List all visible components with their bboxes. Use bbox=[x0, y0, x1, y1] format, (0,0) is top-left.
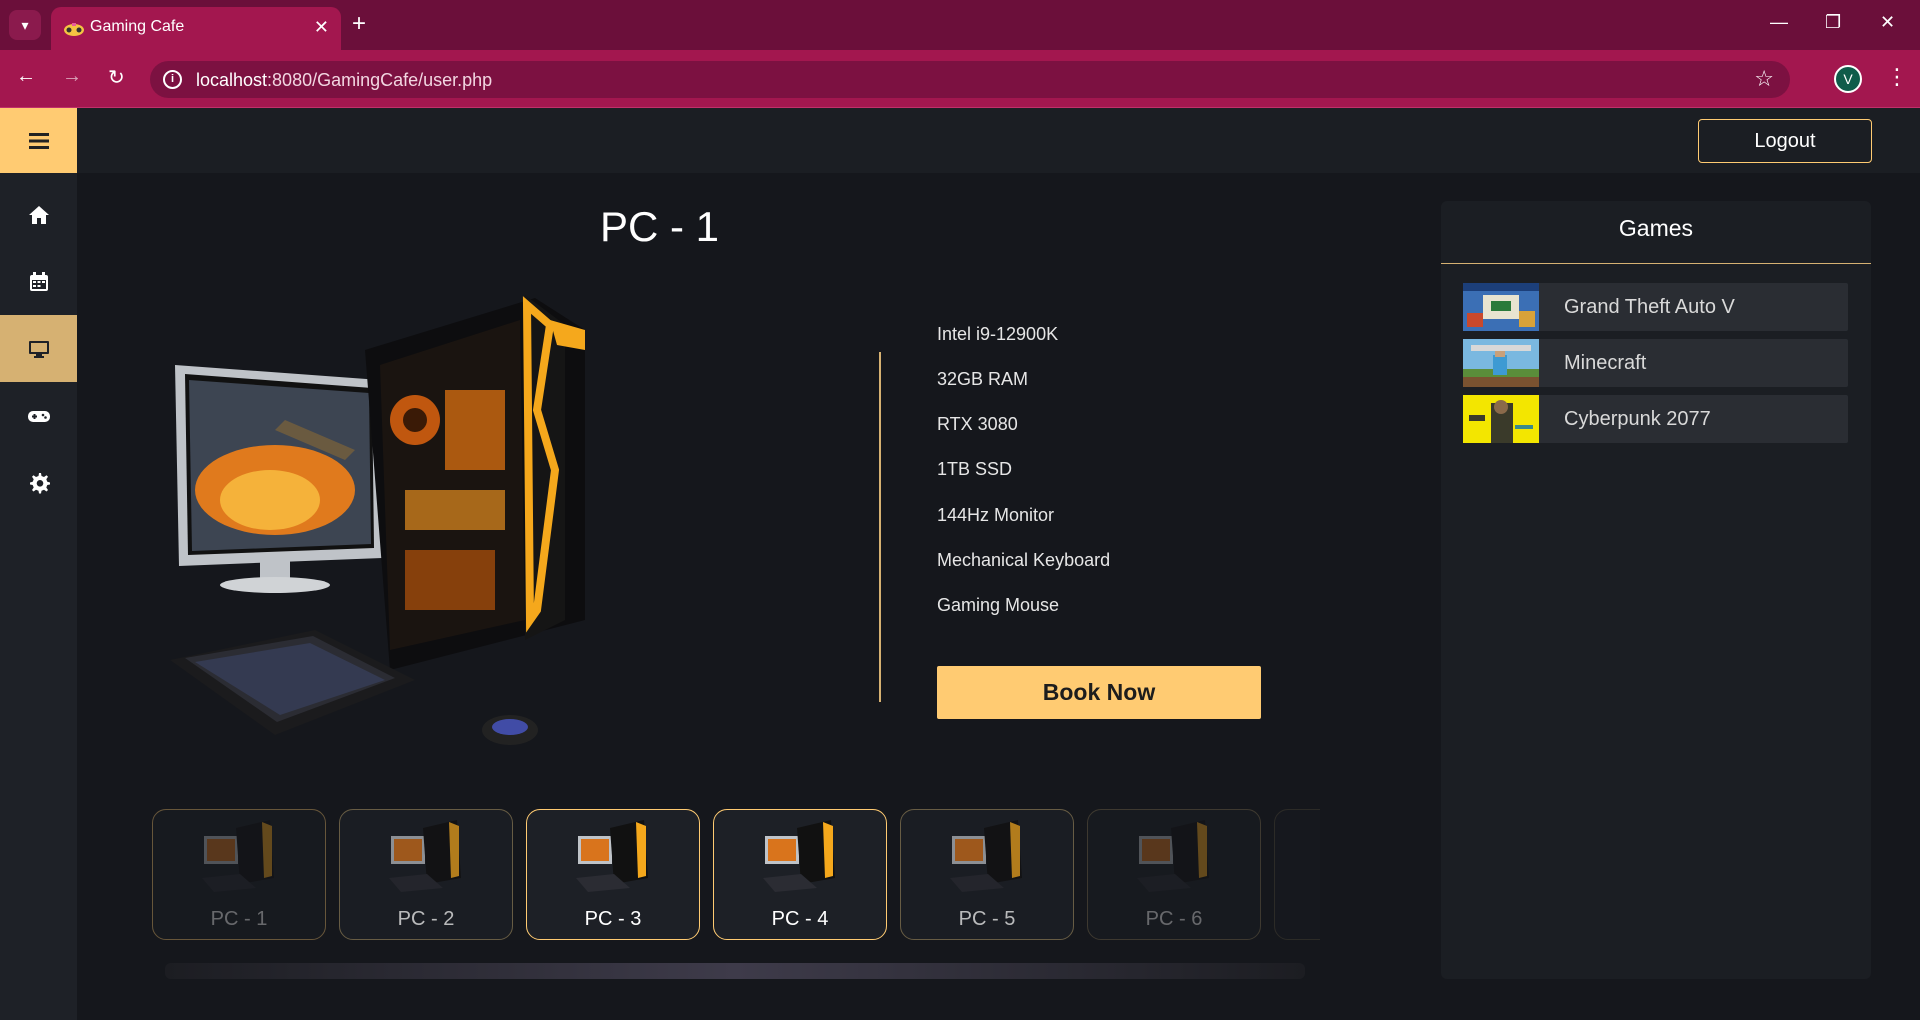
back-icon[interactable]: ← bbox=[16, 65, 36, 88]
pc-thumbnail-image bbox=[389, 820, 461, 892]
site-info-icon[interactable]: i bbox=[163, 70, 182, 89]
minecraft-cover-image bbox=[1463, 339, 1539, 387]
profile-avatar[interactable]: V bbox=[1834, 65, 1862, 93]
pc-thumbnail-label: PC - 6 bbox=[1145, 908, 1203, 930]
pc-thumbnail-partial[interactable] bbox=[1274, 809, 1320, 940]
home-icon bbox=[28, 205, 49, 224]
pc-thumbnail[interactable]: PC - 4 bbox=[713, 809, 887, 940]
forward-icon[interactable]: → bbox=[62, 65, 82, 88]
pc-thumbnail-image bbox=[1137, 820, 1209, 892]
book-now-button[interactable]: Book Now bbox=[937, 666, 1261, 719]
pc-thumbnail[interactable]: PC - 6 bbox=[1087, 809, 1261, 940]
gta-cover-image bbox=[1463, 283, 1539, 331]
pc-carousel: PC - 1 PC - 2 PC - 3 PC - 4 PC - 5 PC - … bbox=[150, 808, 1320, 942]
minimize-icon[interactable]: — bbox=[1770, 12, 1788, 33]
spec-item: 32GB RAM bbox=[937, 369, 1029, 389]
pc-thumbnail-label: PC - 1 bbox=[210, 908, 268, 930]
games-divider bbox=[1441, 263, 1871, 264]
game-item[interactable]: Cyberpunk 2077 bbox=[1463, 395, 1848, 443]
game-name: Cyberpunk 2077 bbox=[1564, 408, 1711, 430]
restore-icon[interactable]: ❐ bbox=[1825, 12, 1841, 33]
carousel-scrollbar[interactable] bbox=[165, 963, 1305, 979]
pc-thumbnail[interactable]: PC - 2 bbox=[339, 809, 513, 940]
pc-thumbnail-label: PC - 3 bbox=[584, 908, 642, 930]
browser-tab-bar: ▾ Gaming Cafe ✕ + — ❐ ✕ bbox=[0, 0, 1920, 50]
games-title: Games bbox=[1618, 215, 1694, 241]
gaming-pc-image bbox=[170, 295, 585, 745]
pc-thumbnail-image bbox=[763, 820, 835, 892]
sidebar-item-settings[interactable] bbox=[0, 449, 77, 516]
gear-icon bbox=[29, 472, 50, 493]
spec-item: Mechanical Keyboard bbox=[937, 550, 1111, 570]
pc-thumbnail-label: PC - 2 bbox=[397, 908, 455, 930]
spec-item: 144Hz Monitor bbox=[937, 505, 1055, 525]
game-item[interactable]: Minecraft bbox=[1463, 339, 1848, 387]
calendar-icon bbox=[29, 271, 48, 291]
sidebar-item-home[interactable] bbox=[0, 181, 77, 248]
spec-divider bbox=[879, 352, 881, 702]
sidebar-item-bookings[interactable] bbox=[0, 248, 77, 315]
pc-thumbnail-label: PC - 5 bbox=[958, 908, 1016, 930]
address-bar[interactable]: i localhost:8080/GamingCafe/user.php ☆ bbox=[150, 61, 1790, 98]
pc-thumbnail-image bbox=[202, 820, 274, 892]
spec-item: RTX 3080 bbox=[937, 414, 1018, 434]
cyberpunk-cover-image bbox=[1463, 395, 1539, 443]
spec-item: Intel i9-12900K bbox=[937, 324, 1059, 344]
browser-tab[interactable]: Gaming Cafe ✕ bbox=[51, 7, 341, 50]
menu-icon bbox=[28, 132, 49, 149]
sidebar bbox=[0, 108, 77, 1020]
tab-search-button[interactable]: ▾ bbox=[9, 10, 41, 40]
game-name: Grand Theft Auto V bbox=[1564, 296, 1735, 318]
tab-title: Gaming Cafe bbox=[90, 18, 185, 35]
logout-button[interactable]: Logout bbox=[1698, 119, 1872, 163]
menu-toggle-button[interactable] bbox=[0, 108, 77, 173]
bookmark-star-icon[interactable]: ☆ bbox=[1754, 66, 1774, 92]
close-window-icon[interactable]: ✕ bbox=[1880, 12, 1895, 33]
new-tab-icon[interactable]: + bbox=[352, 10, 366, 38]
gamepad-icon bbox=[27, 410, 50, 422]
pc-title: PC - 1 bbox=[600, 203, 720, 250]
reload-icon[interactable]: ↻ bbox=[108, 65, 125, 90]
app-topbar: Logout bbox=[77, 108, 1920, 173]
more-menu-icon[interactable]: ⋮ bbox=[1886, 64, 1908, 90]
spec-item: 1TB SSD bbox=[937, 459, 1013, 479]
game-name: Minecraft bbox=[1564, 352, 1647, 374]
url-text: localhost:8080/GamingCafe/user.php bbox=[196, 70, 493, 90]
pc-thumbnail[interactable]: PC - 1 bbox=[152, 809, 326, 940]
games-panel: Games Grand Theft Auto V Minecraft Cyber… bbox=[1441, 201, 1871, 979]
close-tab-icon[interactable]: ✕ bbox=[314, 17, 329, 38]
spec-item: Gaming Mouse bbox=[937, 595, 1060, 615]
monitor-icon bbox=[28, 340, 49, 358]
pc-thumbnail[interactable]: PC - 3 bbox=[526, 809, 700, 940]
pc-thumbnail[interactable]: PC - 5 bbox=[900, 809, 1074, 940]
sidebar-item-pcs[interactable] bbox=[0, 315, 77, 382]
pc-thumbnail-label: PC - 4 bbox=[771, 908, 829, 930]
browser-toolbar: ← → ↻ i localhost:8080/GamingCafe/user.p… bbox=[0, 50, 1920, 108]
gamepad-favicon-icon bbox=[64, 23, 84, 36]
game-item[interactable]: Grand Theft Auto V bbox=[1463, 283, 1848, 331]
pc-thumbnail-image bbox=[576, 820, 648, 892]
pc-thumbnail-image bbox=[950, 820, 1022, 892]
sidebar-item-games[interactable] bbox=[0, 382, 77, 449]
